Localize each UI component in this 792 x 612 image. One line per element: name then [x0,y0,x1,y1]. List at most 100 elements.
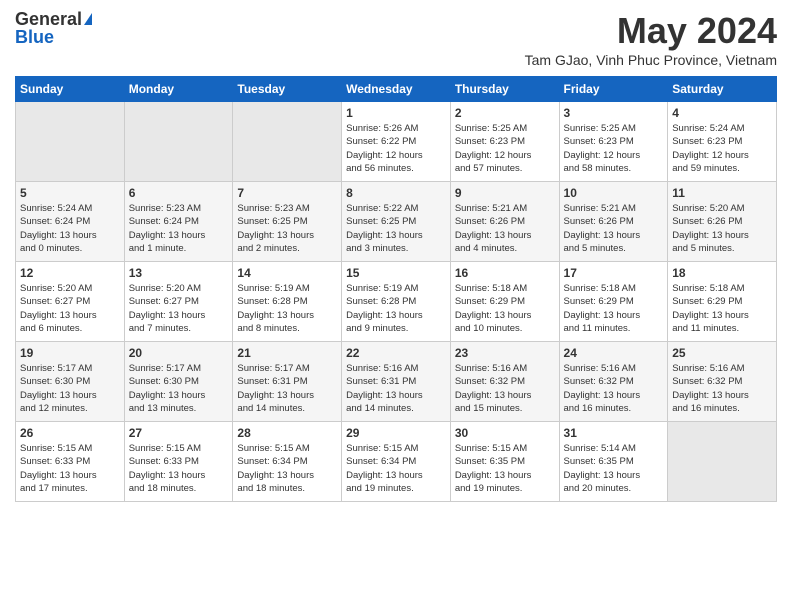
day-number: 23 [455,346,555,360]
day-info: Sunrise: 5:24 AMSunset: 6:24 PMDaylight:… [20,202,120,255]
calendar-cell: 15Sunrise: 5:19 AMSunset: 6:28 PMDayligh… [342,262,451,342]
logo-general-text: General [15,10,82,28]
day-header-tuesday: Tuesday [233,77,342,102]
day-info: Sunrise: 5:25 AMSunset: 6:23 PMDaylight:… [455,122,555,175]
calendar-cell: 19 Sunrise: 5:17 AMSunset: 6:30 PMDayligh… [16,342,125,422]
day-info: Sunrise: 5:23 AMSunset: 6:25 PMDaylight:… [237,202,337,255]
day-info: Sunrise: 5:17 AMSunset: 6:30 PMDaylight:… [129,362,229,415]
day-info: Sunrise: 5:19 AMSunset: 6:28 PMDaylight:… [237,282,337,335]
calendar-cell [16,102,125,182]
calendar-header-row: SundayMondayTuesdayWednesdayThursdayFrid… [16,77,777,102]
calendar-cell: 8 Sunrise: 5:22 AMSunset: 6:25 PMDaylight… [342,182,451,262]
calendar-week-row: 19 Sunrise: 5:17 AMSunset: 6:30 PMDayligh… [16,342,777,422]
calendar-location: Tam GJao, Vinh Phuc Province, Vietnam [525,52,777,68]
day-info: Sunrise: 5:20 AMSunset: 6:26 PMDaylight:… [672,202,772,255]
day-info: Sunrise: 5:16 AMSunset: 6:32 PMDaylight:… [455,362,555,415]
day-info: Sunrise: 5:25 AMSunset: 6:23 PMDaylight:… [564,122,664,175]
day-info: Sunrise: 5:16 AMSunset: 6:32 PMDaylight:… [564,362,664,415]
calendar-cell: 7 Sunrise: 5:23 AMSunset: 6:25 PMDaylight… [233,182,342,262]
logo-triangle-icon [84,13,92,25]
logo: General Blue [15,10,92,46]
calendar-cell: 26 Sunrise: 5:15 AMSunset: 6:33 PMDayligh… [16,422,125,502]
calendar-cell: 12 Sunrise: 5:20 AMSunset: 6:27 PMDayligh… [16,262,125,342]
calendar-cell: 3 Sunrise: 5:25 AMSunset: 6:23 PMDaylight… [559,102,668,182]
calendar-week-row: 12 Sunrise: 5:20 AMSunset: 6:27 PMDayligh… [16,262,777,342]
day-info: Sunrise: 5:23 AMSunset: 6:24 PMDaylight:… [129,202,229,255]
day-header-sunday: Sunday [16,77,125,102]
day-number: 9 [455,186,555,200]
day-info: Sunrise: 5:18 AMSunset: 6:29 PMDaylight:… [564,282,664,335]
day-header-friday: Friday [559,77,668,102]
day-info: Sunrise: 5:21 AMSunset: 6:26 PMDaylight:… [564,202,664,255]
logo-blue-text: Blue [15,28,54,46]
day-info: Sunrise: 5:17 AMSunset: 6:30 PMDaylight:… [20,362,120,415]
day-info: Sunrise: 5:16 AMSunset: 6:32 PMDaylight:… [672,362,772,415]
day-number: 26 [20,426,120,440]
day-number: 25 [672,346,772,360]
calendar-cell: 21 Sunrise: 5:17 AMSunset: 6:31 PMDayligh… [233,342,342,422]
day-number: 8 [346,186,446,200]
day-info: Sunrise: 5:15 AMSunset: 6:35 PMDaylight:… [455,442,555,495]
day-info: Sunrise: 5:17 AMSunset: 6:31 PMDaylight:… [237,362,337,415]
calendar-cell: 2Sunrise: 5:25 AMSunset: 6:23 PMDaylight… [450,102,559,182]
day-info: Sunrise: 5:20 AMSunset: 6:27 PMDaylight:… [129,282,229,335]
day-number: 1 [346,106,446,120]
calendar-cell: 31Sunrise: 5:14 AMSunset: 6:35 PMDayligh… [559,422,668,502]
day-number: 30 [455,426,555,440]
title-block: May 2024 Tam GJao, Vinh Phuc Province, V… [525,10,777,68]
calendar-cell [668,422,777,502]
day-number: 14 [237,266,337,280]
calendar-cell: 10 Sunrise: 5:21 AMSunset: 6:26 PMDayligh… [559,182,668,262]
day-info: Sunrise: 5:15 AMSunset: 6:33 PMDaylight:… [20,442,120,495]
day-number: 11 [672,186,772,200]
day-info: Sunrise: 5:14 AMSunset: 6:35 PMDaylight:… [564,442,664,495]
day-number: 13 [129,266,229,280]
day-info: Sunrise: 5:20 AMSunset: 6:27 PMDaylight:… [20,282,120,335]
calendar-cell: 20Sunrise: 5:17 AMSunset: 6:30 PMDayligh… [124,342,233,422]
calendar-week-row: 1Sunrise: 5:26 AMSunset: 6:22 PMDaylight… [16,102,777,182]
calendar-cell: 5 Sunrise: 5:24 AMSunset: 6:24 PMDaylight… [16,182,125,262]
calendar-cell [233,102,342,182]
page-header: General Blue May 2024 Tam GJao, Vinh Phu… [15,10,777,68]
day-number: 6 [129,186,229,200]
day-number: 21 [237,346,337,360]
calendar-cell: 14 Sunrise: 5:19 AMSunset: 6:28 PMDayligh… [233,262,342,342]
calendar-cell: 28 Sunrise: 5:15 AMSunset: 6:34 PMDayligh… [233,422,342,502]
calendar-cell: 1Sunrise: 5:26 AMSunset: 6:22 PMDaylight… [342,102,451,182]
day-number: 24 [564,346,664,360]
day-header-wednesday: Wednesday [342,77,451,102]
day-number: 28 [237,426,337,440]
day-number: 7 [237,186,337,200]
calendar-cell: 30 Sunrise: 5:15 AMSunset: 6:35 PMDayligh… [450,422,559,502]
calendar-table: SundayMondayTuesdayWednesdayThursdayFrid… [15,76,777,502]
day-number: 22 [346,346,446,360]
day-info: Sunrise: 5:16 AMSunset: 6:31 PMDaylight:… [346,362,446,415]
calendar-week-row: 5 Sunrise: 5:24 AMSunset: 6:24 PMDaylight… [16,182,777,262]
day-number: 4 [672,106,772,120]
calendar-cell: 13 Sunrise: 5:20 AMSunset: 6:27 PMDayligh… [124,262,233,342]
day-info: Sunrise: 5:18 AMSunset: 6:29 PMDaylight:… [455,282,555,335]
day-info: Sunrise: 5:22 AMSunset: 6:25 PMDaylight:… [346,202,446,255]
calendar-cell: 23 Sunrise: 5:16 AMSunset: 6:32 PMDayligh… [450,342,559,422]
day-info: Sunrise: 5:19 AMSunset: 6:28 PMDaylight:… [346,282,446,335]
calendar-cell: 9Sunrise: 5:21 AMSunset: 6:26 PMDaylight… [450,182,559,262]
day-number: 29 [346,426,446,440]
calendar-cell [124,102,233,182]
day-header-saturday: Saturday [668,77,777,102]
day-info: Sunrise: 5:15 AMSunset: 6:33 PMDaylight:… [129,442,229,495]
day-number: 19 [20,346,120,360]
calendar-cell: 11 Sunrise: 5:20 AMSunset: 6:26 PMDayligh… [668,182,777,262]
day-header-monday: Monday [124,77,233,102]
calendar-week-row: 26 Sunrise: 5:15 AMSunset: 6:33 PMDayligh… [16,422,777,502]
day-info: Sunrise: 5:15 AMSunset: 6:34 PMDaylight:… [346,442,446,495]
day-number: 17 [564,266,664,280]
day-number: 3 [564,106,664,120]
calendar-title: May 2024 [525,10,777,52]
day-number: 18 [672,266,772,280]
day-header-thursday: Thursday [450,77,559,102]
day-number: 5 [20,186,120,200]
day-info: Sunrise: 5:15 AMSunset: 6:34 PMDaylight:… [237,442,337,495]
day-number: 16 [455,266,555,280]
day-number: 12 [20,266,120,280]
day-number: 10 [564,186,664,200]
